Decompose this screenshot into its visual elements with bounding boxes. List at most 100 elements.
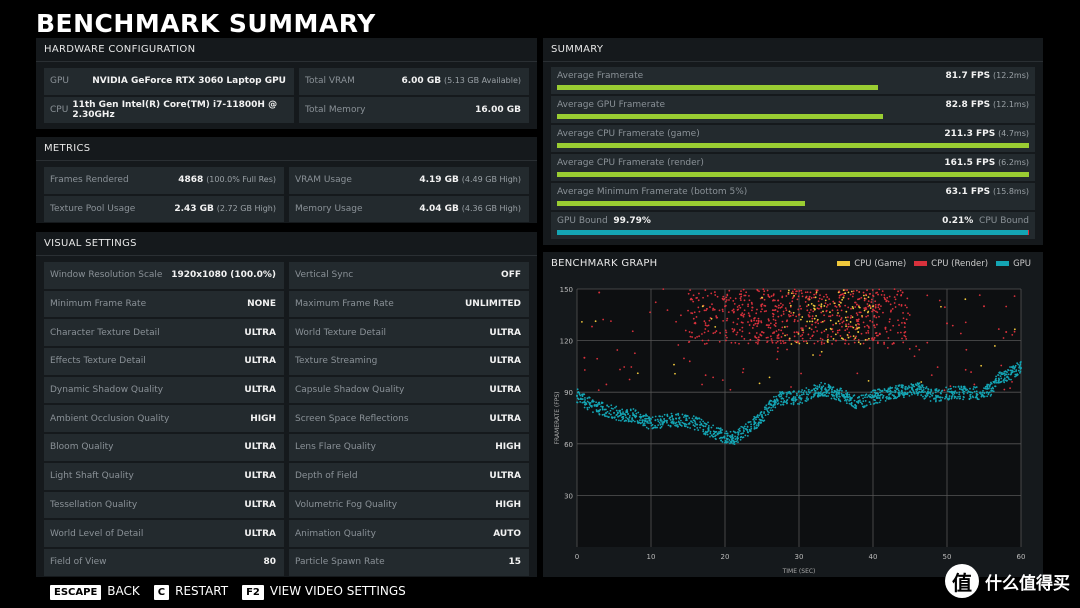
cpu-point (783, 326, 786, 328)
cpu-point (716, 316, 719, 319)
cpu-point (784, 341, 787, 344)
cpu-point (847, 336, 850, 339)
gpu-point (732, 442, 735, 445)
cpu-point (901, 322, 903, 324)
cpu-point (733, 329, 736, 332)
cpu-point (817, 300, 820, 303)
gpu-point (761, 419, 764, 422)
cpu-point (864, 297, 867, 300)
gpu-point (723, 436, 726, 439)
cpu-point (759, 334, 762, 336)
cpu-point (829, 303, 832, 305)
cpu-point (703, 343, 706, 345)
cpu-point (891, 343, 894, 345)
cpu-point (873, 324, 876, 327)
cpu-point (788, 339, 791, 342)
cpu-point (1013, 295, 1016, 298)
cpu-point (870, 298, 873, 301)
gpu-point (910, 386, 913, 389)
cpu-point (769, 327, 772, 329)
cpu-point (692, 317, 695, 320)
gpu-point (915, 384, 918, 387)
gpu-point (628, 416, 631, 419)
gpu-point (696, 427, 699, 429)
row-value: ULTRA (489, 356, 521, 367)
cpu-point (740, 295, 743, 298)
gpu-point (902, 396, 905, 399)
gpu-point (639, 413, 642, 416)
gpu-point (825, 388, 828, 391)
gpu-point (843, 396, 846, 399)
cpu-point (915, 345, 918, 348)
cpu-point (842, 289, 845, 292)
gpu-point (706, 433, 709, 436)
cpu-point (819, 294, 821, 297)
gpu-point (703, 432, 706, 435)
gpu-point (1014, 366, 1016, 368)
gpu-point (925, 395, 927, 398)
cpu-point (878, 308, 881, 310)
cpu-point (849, 317, 852, 319)
gpu-point (947, 388, 950, 391)
gpu-point (714, 437, 717, 440)
cpu-point (758, 382, 761, 385)
gpu-point (927, 388, 930, 391)
cpu-point (900, 293, 903, 296)
row-label: Particle Spawn Rate (295, 557, 385, 568)
gpu-point (814, 392, 817, 395)
gpu-point (601, 408, 604, 410)
gpu-point (623, 420, 626, 422)
cpu-point (815, 315, 818, 317)
gpu-point (753, 427, 756, 430)
gpu-point (873, 399, 876, 401)
gpu-point (758, 414, 761, 417)
row-label: Maximum Frame Rate (295, 299, 394, 310)
gpu-point (750, 425, 753, 428)
gpu-point (987, 391, 990, 394)
gpu-point (658, 421, 661, 424)
cpu-point (888, 295, 891, 298)
cpu-point (821, 298, 823, 301)
gpu-point (852, 405, 855, 408)
gpu-point (709, 430, 712, 433)
cpu-point (767, 326, 770, 329)
cpu-point (785, 309, 788, 312)
gpu-point (776, 399, 779, 402)
cpu-point (838, 315, 841, 317)
cpu-point (821, 338, 824, 341)
cpu-point (782, 342, 785, 345)
footer-hint-back[interactable]: ESCAPE BACK (50, 584, 154, 600)
summary-row: Average CPU Framerate (game) 211.3 FPS (4… (551, 125, 1035, 152)
gpu-point (913, 391, 915, 394)
gpu-point (958, 393, 961, 396)
gpu-point (968, 390, 970, 393)
row-value: ULTRA (244, 499, 276, 510)
cpu-point (721, 379, 724, 381)
gpu-point (659, 418, 662, 421)
cpu-point (869, 319, 871, 322)
gpu-point (782, 401, 785, 404)
cpu-point (738, 342, 740, 345)
gpu-point (805, 387, 808, 389)
cpu-point (811, 323, 813, 326)
summary-row: Average Framerate 81.7 FPS (12.2ms) (551, 67, 1035, 94)
footer-hint-view-video-settings[interactable]: F2 VIEW VIDEO SETTINGS (242, 584, 420, 600)
gpu-point (749, 429, 752, 432)
cpu-point (864, 339, 867, 341)
cpu-point (817, 322, 820, 325)
cpu-point (772, 315, 775, 318)
cpu-point (813, 342, 816, 345)
gpu-point (994, 385, 997, 388)
cpu-point (799, 335, 802, 338)
footer-hint-restart[interactable]: C RESTART (153, 584, 242, 600)
cpu-point (800, 307, 802, 310)
cpu-point (792, 311, 795, 314)
gpu-point (879, 399, 882, 402)
gpu-point (897, 384, 900, 387)
cpu-point (908, 314, 911, 316)
cpu-point (786, 348, 788, 351)
cpu-point (747, 305, 749, 308)
cpu-point (874, 300, 877, 303)
gpu-point (613, 416, 616, 419)
cpu-point (808, 327, 811, 330)
